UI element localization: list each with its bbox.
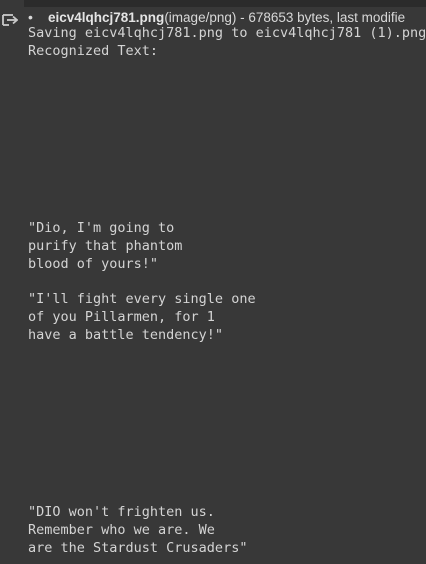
bullet-icon: • [28, 9, 33, 25]
uploaded-file-entry: • eicv4lqhcj781.png(image/png) - 678653 b… [28, 9, 405, 26]
recognized-text-label: Recognized Text: [28, 43, 159, 59]
quote-line: purify that phantom [28, 238, 183, 254]
top-strip-shade [24, 0, 426, 7]
output-redirect-icon[interactable] [0, 9, 19, 31]
recognized-quote-3: "DIO won't frighten us. Remember who we … [28, 503, 247, 557]
recognized-quote-1: "Dio, I'm going to purify that phantom b… [28, 219, 182, 273]
quote-line: are the Stardust Crusaders" [28, 540, 248, 556]
saving-status-text: Saving eicv4lqhcj781.png to eicv4lqhcj78… [28, 25, 426, 41]
quote-line: "I'll fight every single one [28, 291, 256, 307]
top-strip [0, 0, 426, 7]
quote-line: of you Pillarmen, for 1 [28, 309, 215, 325]
quote-line: "DIO won't frighten us. [28, 504, 215, 520]
cell-output: • eicv4lqhcj781.png(image/png) - 678653 b… [24, 7, 426, 564]
quote-line: "Dio, I'm going to [28, 220, 175, 236]
recognized-quote-2: "I'll fight every single one of you Pill… [28, 290, 256, 344]
uploaded-file-meta: (image/png) - 678653 bytes, last modifie [164, 10, 406, 25]
quote-line: blood of yours!" [28, 256, 159, 272]
quote-line: Remember who we are. We [28, 522, 215, 538]
quote-line: have a battle tendency!" [28, 327, 224, 343]
uploaded-file-name: eicv4lqhcj781.png [48, 10, 165, 25]
cell-gutter [0, 0, 24, 564]
